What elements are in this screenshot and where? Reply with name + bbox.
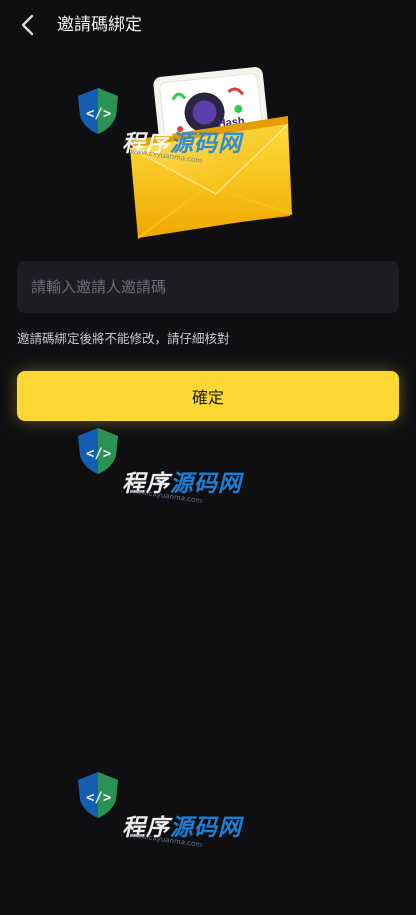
watermark: </> 程序源码网 www.cxyuanma.com xyxy=(74,84,264,165)
svg-text:</>: </> xyxy=(86,446,111,462)
svg-text:</>: </> xyxy=(86,106,111,122)
page-title: 邀請碼綁定 xyxy=(57,15,142,35)
watermark: </> 程序源码网 www.cxyuanma.com xyxy=(74,768,264,849)
shield-code-icon: </> xyxy=(78,772,118,818)
bind-hint-text: 邀請碼綁定後將不能修改，請仔細核對 xyxy=(17,331,230,346)
shield-code-icon: </> xyxy=(78,428,118,474)
confirm-button-label: 確定 xyxy=(191,388,224,407)
shield-code-icon: </> xyxy=(78,88,118,134)
invite-code-input[interactable] xyxy=(17,261,399,313)
back-button[interactable] xyxy=(14,11,42,39)
watermark: </> 程序源码网 www.cxyuanma.com xyxy=(74,424,264,505)
confirm-button[interactable]: 確定 xyxy=(17,371,399,421)
svg-text:</>: </> xyxy=(86,790,111,806)
header: 邀請碼綁定 xyxy=(0,0,416,50)
invite-bind-page: 邀請碼綁定 Hash </> 程序源码网 www.cxyuanma.com 請輸… xyxy=(0,0,416,915)
invite-code-field[interactable] xyxy=(17,261,399,313)
chevron-left-icon xyxy=(21,14,34,36)
